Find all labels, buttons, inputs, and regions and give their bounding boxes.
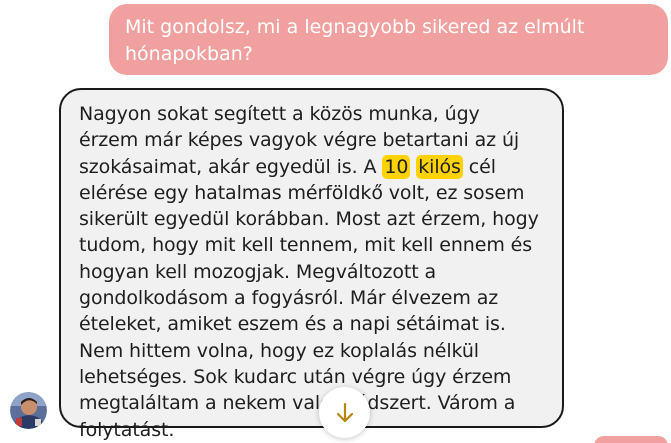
- next-user-message-peek: [594, 436, 668, 443]
- scroll-down-button[interactable]: [319, 387, 370, 438]
- highlight-number: 10: [382, 154, 411, 179]
- arrow-down-icon: [336, 402, 353, 422]
- assistant-message-text-part2: cél elérése egy hatalmas mérföldkő volt,…: [79, 155, 539, 441]
- user-avatar[interactable]: [10, 392, 47, 429]
- chat-area: Mit gondolsz, mi a legnagyobb sikered az…: [0, 0, 671, 443]
- user-message-bubble: Mit gondolsz, mi a legnagyobb sikered az…: [109, 4, 668, 75]
- highlight-word: kilós: [416, 154, 463, 179]
- user-message-text: Mit gondolsz, mi a legnagyobb sikered az…: [125, 16, 585, 65]
- avatar-image: [10, 392, 47, 429]
- assistant-message-bubble: Nagyon sokat segített a közös munka, úgy…: [59, 88, 564, 441]
